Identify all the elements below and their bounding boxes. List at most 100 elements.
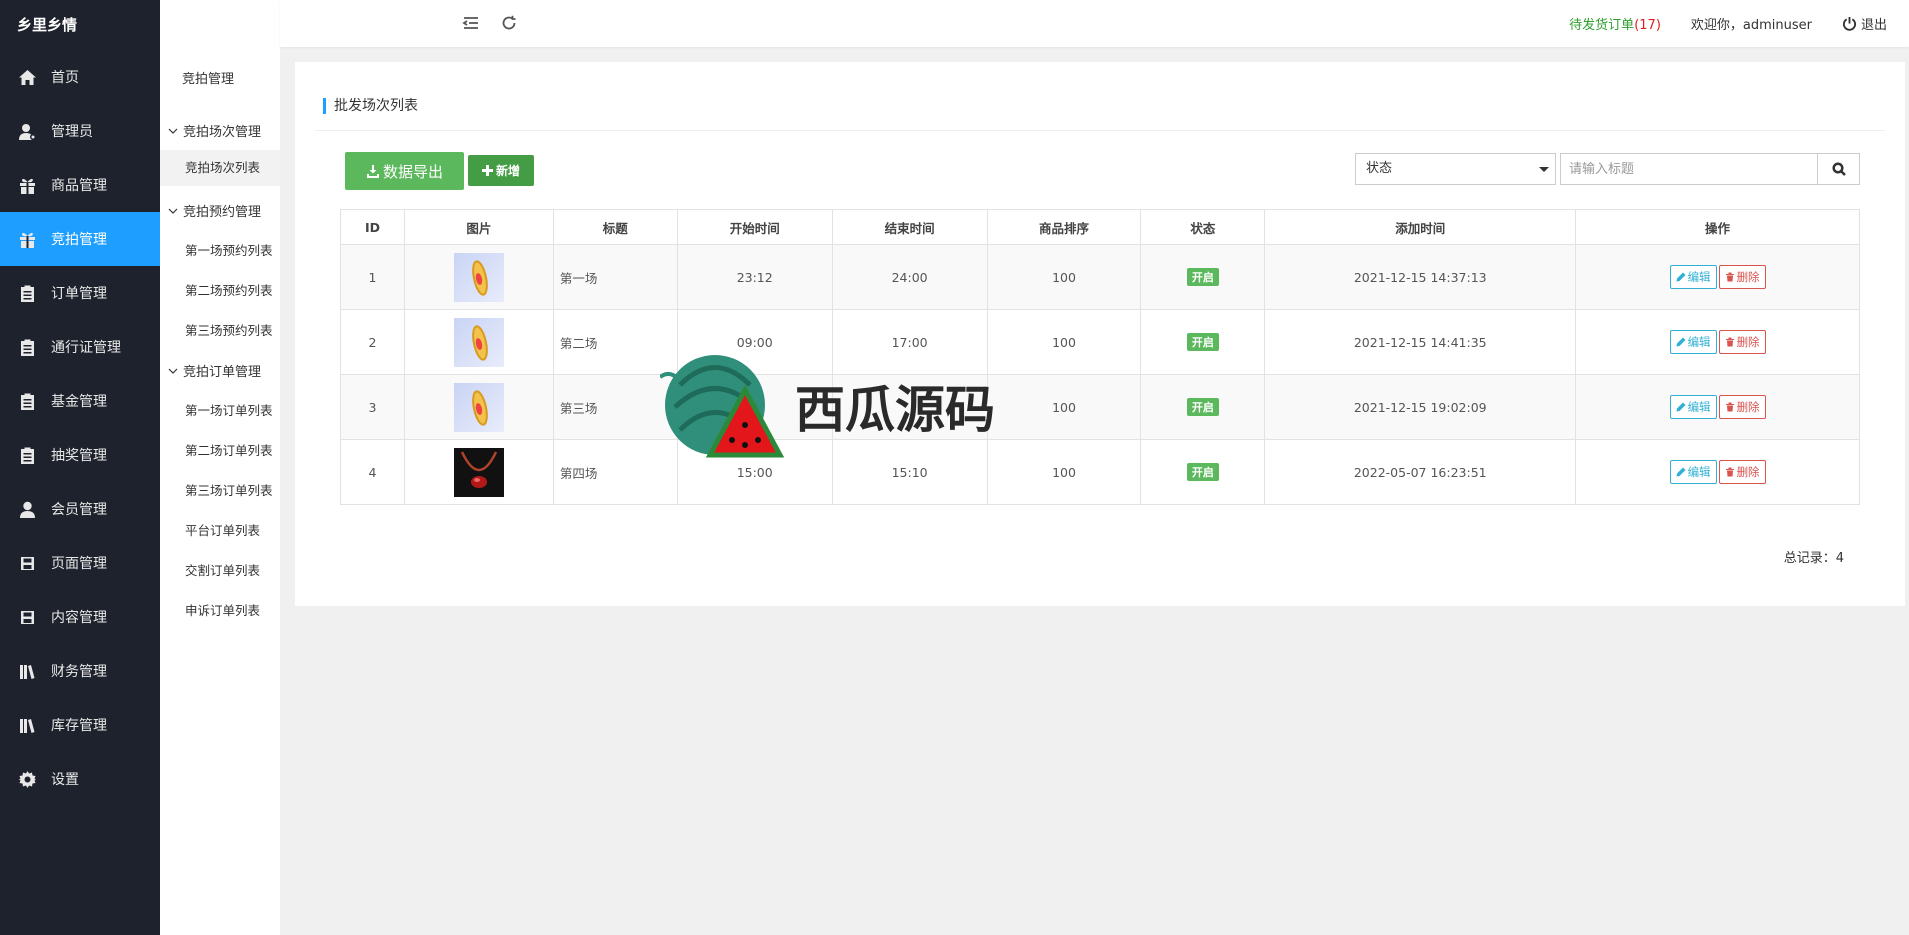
- books-icon: [17, 661, 37, 681]
- subnav-item-reservation-2[interactable]: 第二场预约列表: [185, 280, 273, 299]
- column-header-actions: 操作: [1575, 209, 1860, 245]
- delete-button[interactable]: 删除: [1718, 330, 1766, 354]
- subnav-item-orders-1[interactable]: 第一场订单列表: [185, 400, 273, 419]
- add-label: 新增: [495, 164, 520, 178]
- sidebar-item-12[interactable]: 库存管理: [0, 698, 160, 752]
- cell-end: 24:00: [831, 244, 988, 310]
- sidebar-item-label: 通行证管理: [51, 340, 121, 356]
- search-input[interactable]: [1560, 153, 1818, 185]
- table-row: 1 第一场 23:12 24:00 100 开启 2021-12-15 14:37:13 编辑…: [340, 244, 1860, 310]
- subnav-group-session[interactable]: 竞拍场次管理: [168, 121, 261, 140]
- cell-image: [403, 309, 554, 375]
- subnav-group-reservation[interactable]: 竞拍预约管理: [168, 201, 261, 220]
- cell-actions: 编辑 删除: [1575, 439, 1860, 505]
- edit-button[interactable]: 编辑: [1669, 330, 1717, 354]
- trash-icon: [1725, 272, 1734, 282]
- column-header-start: 开始时间: [676, 209, 833, 245]
- session-table: ID 图片 标题 开始时间 结束时间 商品排序 状态 添加时间 操作 1 第一场 2…: [340, 209, 1860, 505]
- sidebar-item-7[interactable]: 抽奖管理: [0, 428, 160, 482]
- search-button[interactable]: [1817, 153, 1860, 185]
- subnav-group-orders[interactable]: 竞拍订单管理: [168, 361, 261, 380]
- sidebar-item-11[interactable]: 财务管理: [0, 644, 160, 698]
- subnav-item-orders-3[interactable]: 第三场订单列表: [185, 480, 273, 499]
- search-icon: [1831, 162, 1846, 176]
- sidebar-item-label: 抽奖管理: [51, 448, 107, 464]
- table-row: 3 第三场 100 开启 2021-12-15 19:02:09 编辑 删除: [340, 374, 1860, 440]
- sidebar-item-4[interactable]: 订单管理: [0, 266, 160, 320]
- product-thumbnail: [453, 252, 504, 302]
- delete-button[interactable]: 删除: [1718, 265, 1766, 289]
- main-card: 批发场次列表 数据导出 新增 状态 ID 图片 标题 开始时间 结束时间 商品排…: [295, 62, 1905, 606]
- edit-button[interactable]: 编辑: [1669, 265, 1717, 289]
- subnav-item-session-list[interactable]: 竞拍场次列表: [160, 150, 280, 186]
- cell-start: 23:12: [676, 244, 833, 310]
- cell-sort: 100: [986, 309, 1142, 375]
- status-select[interactable]: 状态: [1355, 153, 1556, 185]
- chevron-down-icon: [168, 208, 178, 214]
- table-row: 4 第四场 15:00 15:10 100 开启 2022-05-07 16:23:51 编辑…: [340, 439, 1860, 505]
- cell-status: 开启: [1140, 309, 1266, 375]
- divider: [315, 130, 1885, 131]
- subnav-item-reservation-3[interactable]: 第三场预约列表: [185, 320, 273, 339]
- watermark-text: 西瓜源码: [795, 381, 995, 439]
- delete-label: 删除: [1736, 270, 1760, 284]
- cell-title: 第一场: [552, 244, 678, 310]
- clipboard-icon: [17, 445, 37, 465]
- export-button[interactable]: 数据导出: [345, 152, 464, 190]
- books-icon: [17, 715, 37, 735]
- subnav-item-delivery-orders[interactable]: 交割订单列表: [185, 560, 260, 579]
- cell-title: 第二场: [552, 309, 678, 375]
- sidebar-item-10[interactable]: 内容管理: [0, 590, 160, 644]
- pending-orders-link[interactable]: 待发货订单(17): [1569, 14, 1661, 33]
- sidebar-item-3[interactable]: 竞拍管理: [0, 212, 160, 266]
- sidebar-item-label: 首页: [51, 70, 79, 86]
- column-header-added: 添加时间: [1264, 209, 1577, 245]
- sidebar-item-label: 商品管理: [51, 178, 107, 194]
- cell-added: 2022-05-07 16:23:51: [1264, 439, 1577, 505]
- add-button[interactable]: 新增: [468, 155, 534, 186]
- sidebar-item-0[interactable]: 首页: [0, 50, 160, 104]
- cell-status: 开启: [1140, 374, 1266, 440]
- sidebar-item-1[interactable]: 管理员: [0, 104, 160, 158]
- sidebar-item-6[interactable]: 基金管理: [0, 374, 160, 428]
- cell-id: 4: [340, 439, 405, 505]
- cell-image: [403, 244, 554, 310]
- page-title: 批发场次列表: [323, 98, 418, 114]
- sidebar-nav: 首页管理员商品管理竞拍管理 订单管理通行证管理基金管理抽奖管理会员管理 页面管理内容…: [0, 50, 160, 806]
- cell-actions: 编辑 删除: [1575, 244, 1860, 310]
- cell-image: [403, 374, 554, 440]
- home-icon: [17, 67, 37, 87]
- gift-icon: [17, 229, 37, 249]
- sidebar-item-5[interactable]: 通行证管理: [0, 320, 160, 374]
- sidebar-item-13[interactable]: 设置: [0, 752, 160, 806]
- cell-status: 开启: [1140, 244, 1266, 310]
- sidebar-item-9[interactable]: 页面管理: [0, 536, 160, 590]
- sidebar-item-2[interactable]: 商品管理: [0, 158, 160, 212]
- delete-button[interactable]: 删除: [1718, 395, 1766, 419]
- cell-added: 2021-12-15 14:41:35: [1264, 309, 1577, 375]
- subnav-item-appeal-orders[interactable]: 申诉订单列表: [185, 600, 260, 619]
- cell-title: 第三场: [552, 374, 678, 440]
- watermark-logo: 西瓜源码: [660, 355, 995, 458]
- edit-button[interactable]: 编辑: [1669, 460, 1717, 484]
- welcome-text: 欢迎你，adminuser: [1690, 18, 1812, 33]
- refresh-icon[interactable]: [500, 14, 518, 32]
- sidebar-item-label: 设置: [51, 772, 79, 788]
- status-select-value: 状态: [1366, 161, 1393, 176]
- subnav-item-reservation-1[interactable]: 第一场预约列表: [185, 240, 273, 259]
- export-label: 数据导出: [382, 163, 443, 181]
- product-thumbnail: [453, 447, 504, 497]
- column-header-title: 标题: [552, 209, 678, 245]
- main-sidebar: 乡里乡情 首页 管理员 商品管理 竞拍管理 订单管理 通行证管理 基金管理 抽奖管理 会员管理页…: [0, 0, 160, 935]
- subnav-item-orders-2[interactable]: 第二场订单列表: [185, 440, 273, 459]
- edit-button[interactable]: 编辑: [1669, 395, 1717, 419]
- logout-button[interactable]: 退出: [1842, 14, 1887, 33]
- sidebar-item-label: 内容管理: [51, 610, 107, 626]
- delete-button[interactable]: 删除: [1718, 460, 1766, 484]
- delete-label: 删除: [1736, 335, 1760, 349]
- menu-collapse-icon[interactable]: [462, 14, 480, 32]
- subnav-item-platform-orders[interactable]: 平台订单列表: [185, 520, 260, 539]
- cell-added: 2021-12-15 19:02:09: [1264, 374, 1577, 440]
- sidebar-item-8[interactable]: 会员管理: [0, 482, 160, 536]
- clipboard-icon: [17, 283, 37, 303]
